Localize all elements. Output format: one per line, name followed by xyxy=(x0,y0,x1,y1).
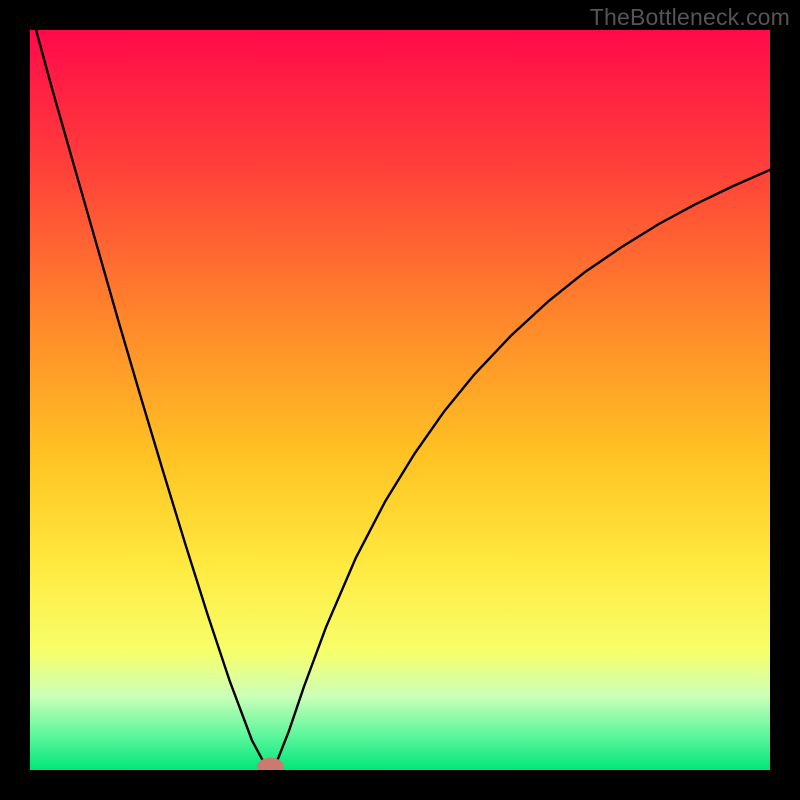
chart-container: TheBottleneck.com xyxy=(0,0,800,800)
plot-area xyxy=(30,30,770,770)
bottleneck-curve-chart xyxy=(30,30,770,770)
watermark-text: TheBottleneck.com xyxy=(590,4,790,31)
